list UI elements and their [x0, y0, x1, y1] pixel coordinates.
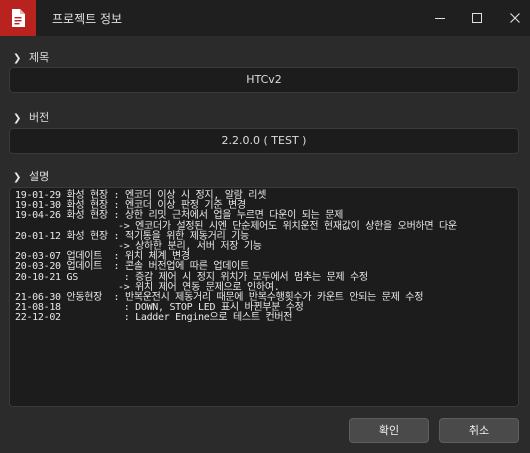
maximize-icon: [472, 13, 482, 23]
cancel-button[interactable]: 취소: [439, 418, 519, 443]
version-field[interactable]: 2.2.0.0 ( TEST ): [9, 128, 519, 154]
close-button[interactable]: [493, 0, 530, 36]
version-label: 버전: [29, 111, 50, 124]
minimize-icon: [435, 18, 445, 19]
title-field[interactable]: HTCv2: [9, 67, 519, 93]
title-bar[interactable]: 프로젝트 정보: [0, 0, 530, 36]
ok-button[interactable]: 확인: [349, 418, 429, 443]
document-icon: [0, 0, 36, 36]
chevron-right-icon: ❯: [13, 113, 22, 124]
description-textarea[interactable]: 19-01-29 화성 현장 : 엔코더 이상 시 정지, 알람 리셋 19-0…: [9, 187, 519, 407]
title-label: 제목: [29, 51, 50, 64]
window-title: 프로젝트 정보: [52, 12, 123, 26]
description-section-header[interactable]: ❯ 설명: [13, 168, 49, 184]
close-icon: [510, 13, 520, 23]
title-section-header[interactable]: ❯ 제목: [13, 49, 49, 65]
chevron-right-icon: ❯: [13, 53, 22, 64]
version-section-header[interactable]: ❯ 버전: [13, 109, 49, 125]
description-line: 22-12-02 : Ladder Engine으로 테스트 컨버전: [15, 312, 293, 324]
chevron-right-icon: ❯: [13, 172, 22, 183]
description-label: 설명: [29, 170, 50, 183]
